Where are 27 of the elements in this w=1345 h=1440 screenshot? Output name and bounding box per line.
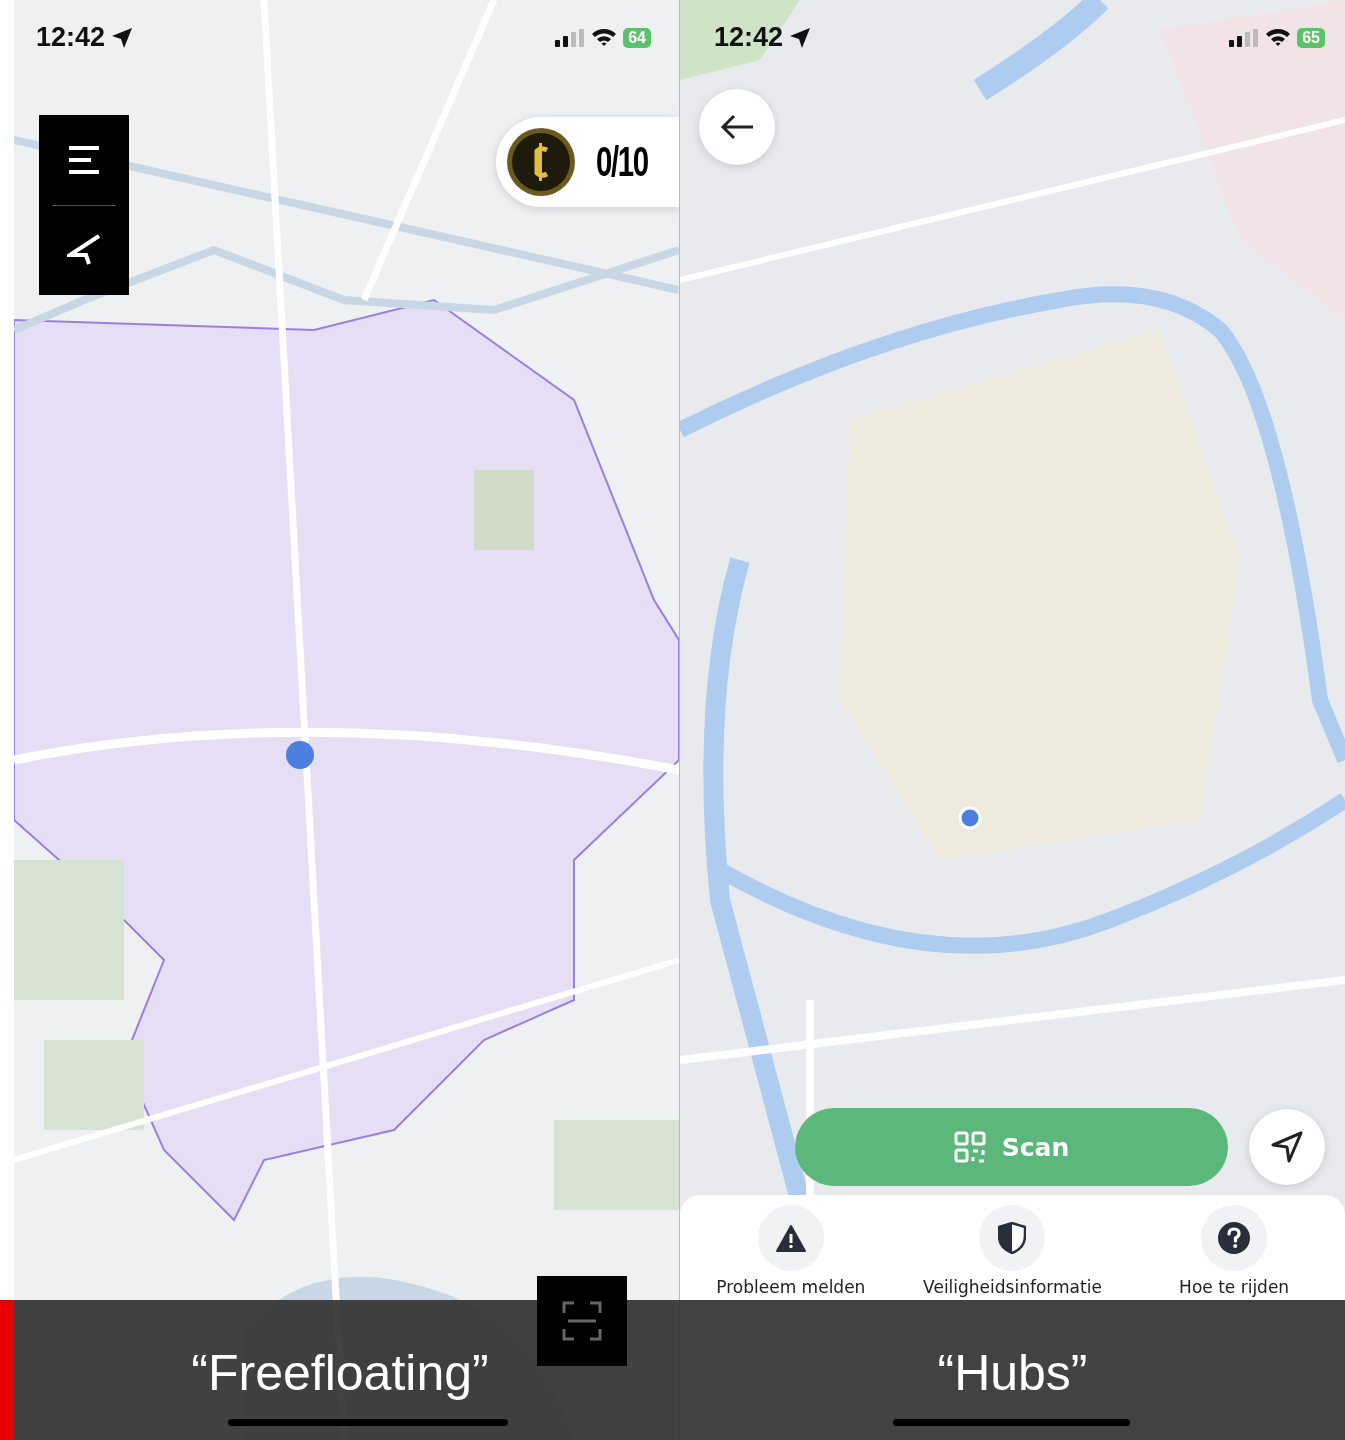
scan-frame-icon [562,1301,602,1341]
warning-icon [775,1224,806,1252]
coin-counter[interactable]: 0/10 [496,117,679,207]
navigation-arrow-icon [1271,1131,1303,1163]
qr-code-icon [953,1131,986,1163]
scan-frame-button[interactable] [537,1276,627,1366]
sheet-action-button[interactable]: Veiligheidsinformatie [902,1205,1123,1297]
battery-indicator: 65 [1297,27,1325,48]
help-icon [1217,1221,1252,1255]
caption: “Hubs” [937,1344,1088,1402]
back-arrow-icon [720,114,754,140]
coin-icon [506,127,576,197]
menu-icon [69,145,99,174]
signal-icon [1229,28,1260,47]
battery-indicator: 64 [623,27,651,48]
shield-icon [998,1222,1027,1254]
wifi-icon [1265,28,1292,47]
signal-icon [555,28,586,47]
location-arrow-icon [789,26,812,49]
status-time: 12:42 [36,22,106,53]
caption: “Freefloating” [191,1344,489,1402]
coin-count: 0/10 [596,138,648,186]
sheet-action-button[interactable]: Probleem melden [680,1205,901,1297]
location-arrow-icon [111,26,134,49]
wifi-icon [591,28,618,47]
status-time: 12:42 [714,22,784,53]
sheet-action-button[interactable]: Hoe te rijden [1124,1205,1345,1297]
